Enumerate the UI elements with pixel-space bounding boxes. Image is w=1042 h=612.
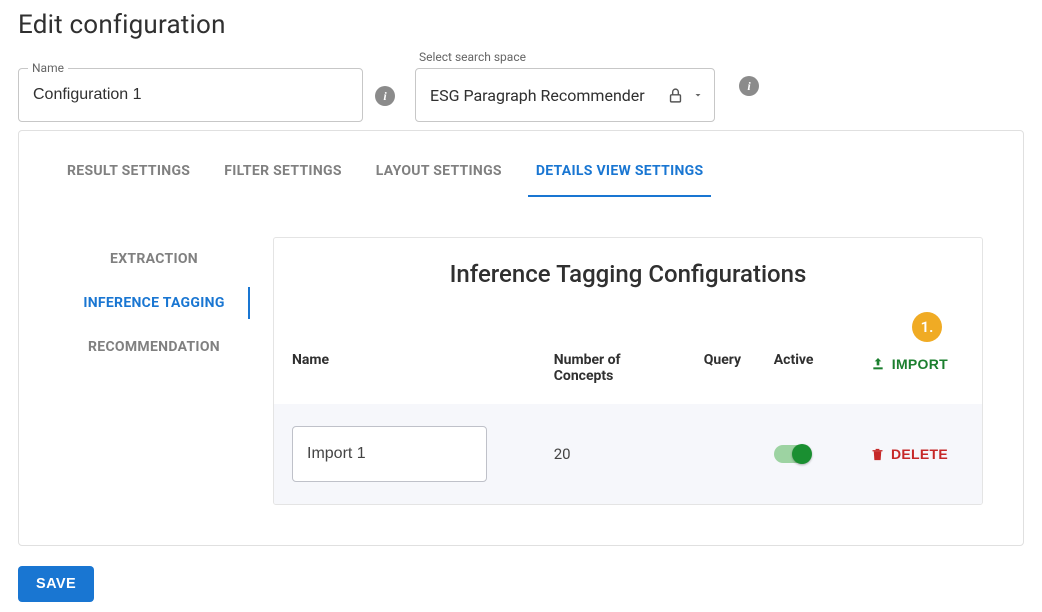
- page-title: Edit configuration: [18, 10, 1024, 40]
- search-space-select[interactable]: ESG Paragraph Recommender: [415, 68, 715, 122]
- delete-label: DELETE: [891, 446, 948, 462]
- side-nav: EXTRACTION INFERENCE TAGGING RECOMMENDAT…: [59, 237, 249, 369]
- tab-result-settings[interactable]: RESULT SETTINGS: [59, 141, 198, 197]
- badge-row: 1.: [274, 312, 982, 342]
- inference-panel: Inference Tagging Configurations 1. Name…: [273, 237, 983, 505]
- th-name: Name: [274, 342, 540, 404]
- active-toggle[interactable]: [774, 445, 810, 463]
- info-icon: i: [739, 76, 759, 96]
- search-space-value: ESG Paragraph Recommender: [430, 86, 645, 105]
- delete-button[interactable]: DELETE: [864, 442, 954, 466]
- save-button[interactable]: SAVE: [18, 566, 94, 602]
- settings-tabs: RESULT SETTINGS FILTER SETTINGS LAYOUT S…: [19, 141, 1023, 197]
- name-field-wrap: Name: [18, 68, 363, 122]
- tab-filter-settings[interactable]: FILTER SETTINGS: [216, 141, 350, 197]
- sidebar-item-inference-tagging[interactable]: INFERENCE TAGGING: [59, 281, 249, 325]
- name-input[interactable]: [18, 68, 363, 122]
- lock-icon: [667, 87, 684, 104]
- sidebar-item-extraction[interactable]: EXTRACTION: [59, 237, 249, 281]
- upload-icon: [870, 356, 886, 372]
- settings-card: RESULT SETTINGS FILTER SETTINGS LAYOUT S…: [18, 130, 1024, 546]
- step-badge: 1.: [912, 312, 942, 342]
- name-field-group: Name i: [18, 68, 395, 122]
- tab-details-view-settings[interactable]: DETAILS VIEW SETTINGS: [528, 141, 712, 197]
- toggle-knob: [792, 444, 812, 464]
- caret-down-icon: [692, 89, 704, 101]
- import-button[interactable]: IMPORT: [864, 352, 954, 376]
- details-body: EXTRACTION INFERENCE TAGGING RECOMMENDAT…: [19, 197, 1023, 505]
- sidebar-item-recommendation[interactable]: RECOMMENDATION: [59, 325, 249, 369]
- search-space-label: Select search space: [415, 50, 715, 64]
- search-space-field: Select search space ESG Paragraph Recomm…: [415, 50, 715, 122]
- panel-title: Inference Tagging Configurations: [274, 238, 982, 312]
- th-import: IMPORT: [850, 342, 982, 404]
- tab-layout-settings[interactable]: LAYOUT SETTINGS: [368, 141, 510, 197]
- row-name-input[interactable]: [292, 426, 487, 482]
- info-icon: i: [375, 86, 395, 106]
- table-row: 20 DELETE: [274, 404, 982, 504]
- row-concepts: 20: [540, 404, 690, 504]
- th-active: Active: [760, 342, 850, 404]
- import-label: IMPORT: [892, 356, 948, 372]
- config-table: Name Number of Concepts Query Active IMP…: [274, 342, 982, 504]
- search-space-group: Select search space ESG Paragraph Recomm…: [415, 50, 759, 122]
- row-query: [690, 404, 760, 504]
- select-right-icons: [667, 87, 704, 104]
- name-label: Name: [28, 61, 68, 75]
- th-concepts: Number of Concepts: [540, 342, 690, 404]
- trash-icon: [870, 447, 885, 462]
- th-query: Query: [690, 342, 760, 404]
- top-controls: Name i Select search space ESG Paragraph…: [18, 50, 1024, 122]
